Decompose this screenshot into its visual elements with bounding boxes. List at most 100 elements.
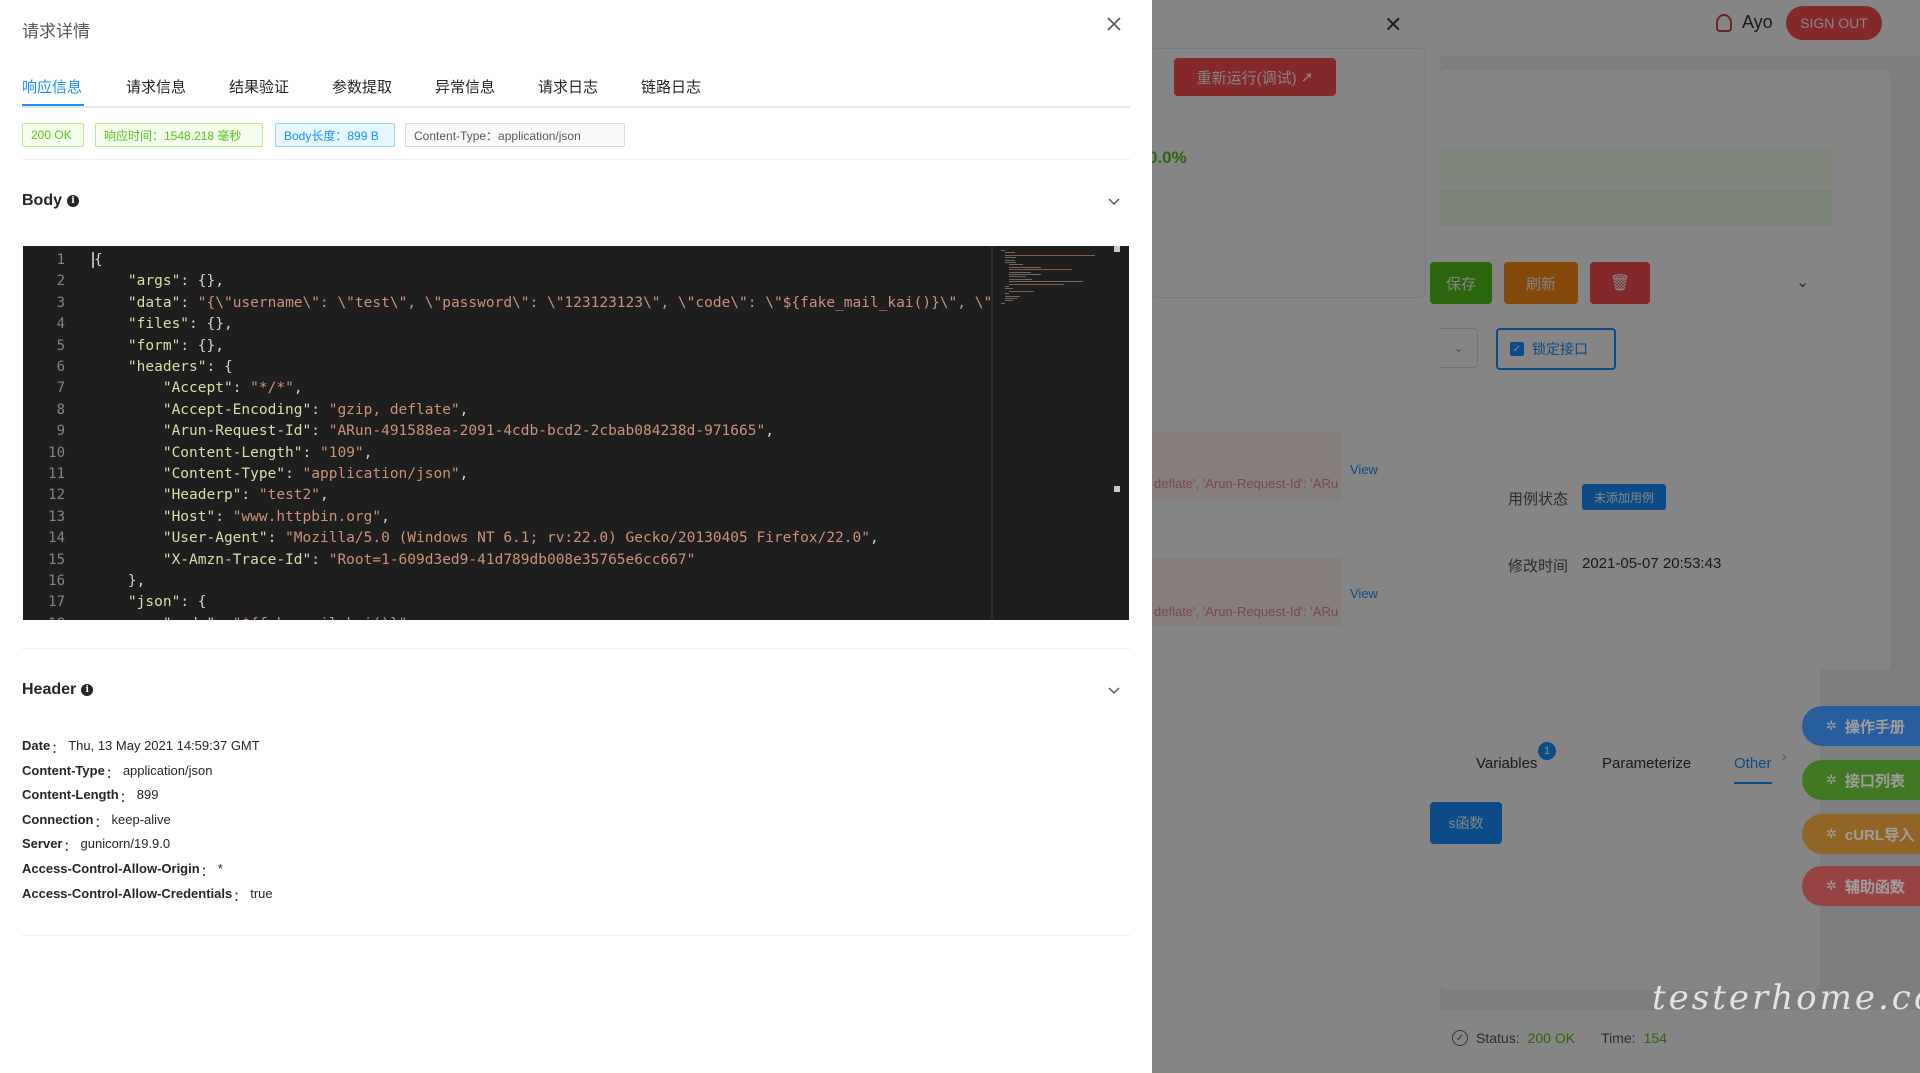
line-number: 18	[23, 614, 65, 620]
header-section-title: Header	[22, 681, 77, 698]
header-separator: ：	[94, 814, 108, 830]
drawer-title: 请求详情	[22, 22, 90, 41]
divider	[22, 935, 1130, 936]
header-value: keep-alive	[111, 811, 171, 827]
code-text: "json": {	[127, 594, 207, 611]
body-section-title: Body	[22, 192, 62, 209]
code-text: "Accept": "*/*",	[162, 380, 303, 397]
response-time-tag: 响应时间：1548.218 毫秒	[95, 123, 263, 147]
helper-functions-button[interactable]: ✲ 辅助函数	[1802, 866, 1920, 906]
code-line: 5 "form": {},	[23, 336, 1013, 357]
header-separator: ：	[200, 863, 214, 879]
header-separator: ：	[51, 741, 65, 756]
sparkle-icon: ✲	[1826, 878, 1837, 893]
code-text: "form": {},	[127, 337, 224, 354]
code-line: 13 "Host": "www.httpbin.org",	[23, 507, 1013, 528]
response-headers-list: Date： Thu, 13 May 2021 14:59:37 GMT Conten…	[22, 738, 273, 910]
line-number: 6	[56, 359, 65, 375]
scrollbar-thumb[interactable]	[1114, 246, 1120, 252]
header-value: *	[217, 860, 223, 876]
scrollbar-thumb[interactable]	[1114, 486, 1120, 492]
minimap-line	[1001, 250, 1005, 251]
line-number: 13	[48, 508, 65, 525]
header-section-header[interactable]: Header i	[22, 681, 94, 699]
minimap-line	[1005, 288, 1014, 290]
header-key: Content-Length	[22, 787, 119, 803]
code-line: 17 "json": {	[23, 592, 1013, 613]
code-line: 1{	[23, 250, 1013, 271]
line-number: 8	[56, 401, 65, 418]
minimap-line	[1009, 290, 1035, 292]
code-text: "X-Amzn-Trace-Id": "Root=1-609d3ed9-41d7…	[162, 551, 696, 568]
tab-param-extraction[interactable]: 参数提取	[332, 76, 392, 97]
header-key: Content-Type	[22, 762, 105, 778]
minimap-line	[1005, 254, 1095, 256]
minimap-line	[1005, 300, 1014, 302]
line-number: 17	[48, 594, 65, 611]
code-line: 16 },	[23, 571, 1013, 592]
tab-trace-log[interactable]: 链路日志	[641, 76, 701, 97]
line-number: 11	[48, 466, 65, 482]
code-text: "args": {},	[127, 273, 224, 290]
code-text: "code": "${fake_mail_kai()}"	[93, 614, 407, 620]
detail-tabs: 响应信息 请求信息 结果验证 参数提取 异常信息 请求日志 链路日志	[22, 70, 1130, 108]
close-icon[interactable]	[1102, 12, 1126, 36]
tab-request-info[interactable]: 请求信息	[126, 76, 186, 97]
manual-button[interactable]: ✲ 操作手册	[1802, 706, 1920, 746]
code-lines: 1{2 "args": {}, 3 "data": "{\"username\":…	[23, 246, 1028, 620]
body-length-tag: Body长度：899 B	[275, 123, 395, 147]
line-number: 9	[56, 423, 65, 440]
minimap-line	[1005, 262, 1016, 263]
code-line: 10 "Content-Length": "109",	[23, 443, 1013, 464]
helper-functions-label: 辅助函数	[1844, 878, 1905, 896]
code-text: "Arun-Request-Id": "ARun-491588ea-2091-4…	[162, 423, 774, 440]
header-row: Access-Control-Allow-Credentials： true	[22, 886, 273, 911]
chevron-down-icon[interactable]	[1104, 191, 1124, 211]
modal-mask[interactable]	[1152, 0, 1920, 1073]
watermark: testerhome.com	[1652, 978, 1920, 1018]
code-line: 11 "Content-Type": "application/json",	[23, 464, 1013, 485]
minimap-line	[1009, 283, 1064, 285]
curl-import-button[interactable]: ✲ cURL导入	[1802, 814, 1920, 854]
content-type-tag: Content-Type：application/json	[405, 123, 625, 147]
minimap-line	[1009, 264, 1024, 266]
code-line: 3 "data": "{\"username\": \"test\", \"pa…	[23, 293, 1028, 314]
code-text: "Content-Type": "application/json",	[162, 466, 469, 482]
minimap-line	[1009, 271, 1031, 273]
minimap-line	[1005, 293, 1009, 295]
header-value: true	[250, 885, 273, 901]
code-line: 2 "args": {},	[23, 271, 1013, 292]
minimap-line	[1009, 278, 1033, 280]
header-row: Date： Thu, 13 May 2021 14:59:37 GMT	[22, 738, 273, 763]
tab-request-log[interactable]: 请求日志	[538, 76, 598, 97]
minimap-line	[1009, 281, 1083, 283]
tab-result-validation[interactable]: 结果验证	[229, 76, 289, 97]
body-code-editor[interactable]: 1{2 "args": {}, 3 "data": "{\"username\":…	[23, 246, 1129, 620]
code-minimap[interactable]	[991, 246, 1119, 620]
header-value: Thu, 13 May 2021 14:59:37 GMT	[68, 738, 260, 753]
header-row: Access-Control-Allow-Origin： *	[22, 861, 273, 886]
header-key: Server	[22, 836, 63, 852]
header-row: Connection： keep-alive	[22, 812, 273, 837]
minimap-line	[1005, 295, 1021, 297]
sparkle-icon: ✲	[1826, 772, 1837, 787]
tab-exception-info[interactable]: 异常信息	[435, 76, 495, 97]
body-section-header[interactable]: Body i	[22, 192, 79, 210]
chevron-down-icon[interactable]	[1104, 680, 1124, 700]
line-number: 2	[56, 273, 65, 290]
line-number: 1	[56, 252, 65, 268]
code-text: },	[93, 573, 146, 589]
info-icon: i	[67, 195, 79, 207]
code-line: 6 "headers": {	[23, 357, 1013, 378]
code-text: "Accept-Encoding": "gzip, deflate",	[162, 401, 469, 418]
tab-response-info[interactable]: 响应信息	[22, 76, 82, 97]
code-line: 18 "code": "${fake_mail_kai()}"	[23, 614, 1013, 620]
code-line: 9 "Arun-Request-Id": "ARun-491588ea-2091…	[23, 421, 1013, 442]
header-key: Date	[22, 738, 51, 753]
minimap-line	[1005, 259, 1015, 261]
code-line: 15 "X-Amzn-Trace-Id": "Root=1-609d3ed9-4…	[23, 550, 1013, 571]
api-list-button[interactable]: ✲ 接口列表	[1802, 760, 1920, 800]
line-number: 15	[48, 551, 65, 568]
code-text: "User-Agent": "Mozilla/5.0 (Windows NT 6…	[162, 530, 879, 547]
code-text: "files": {},	[127, 316, 233, 333]
